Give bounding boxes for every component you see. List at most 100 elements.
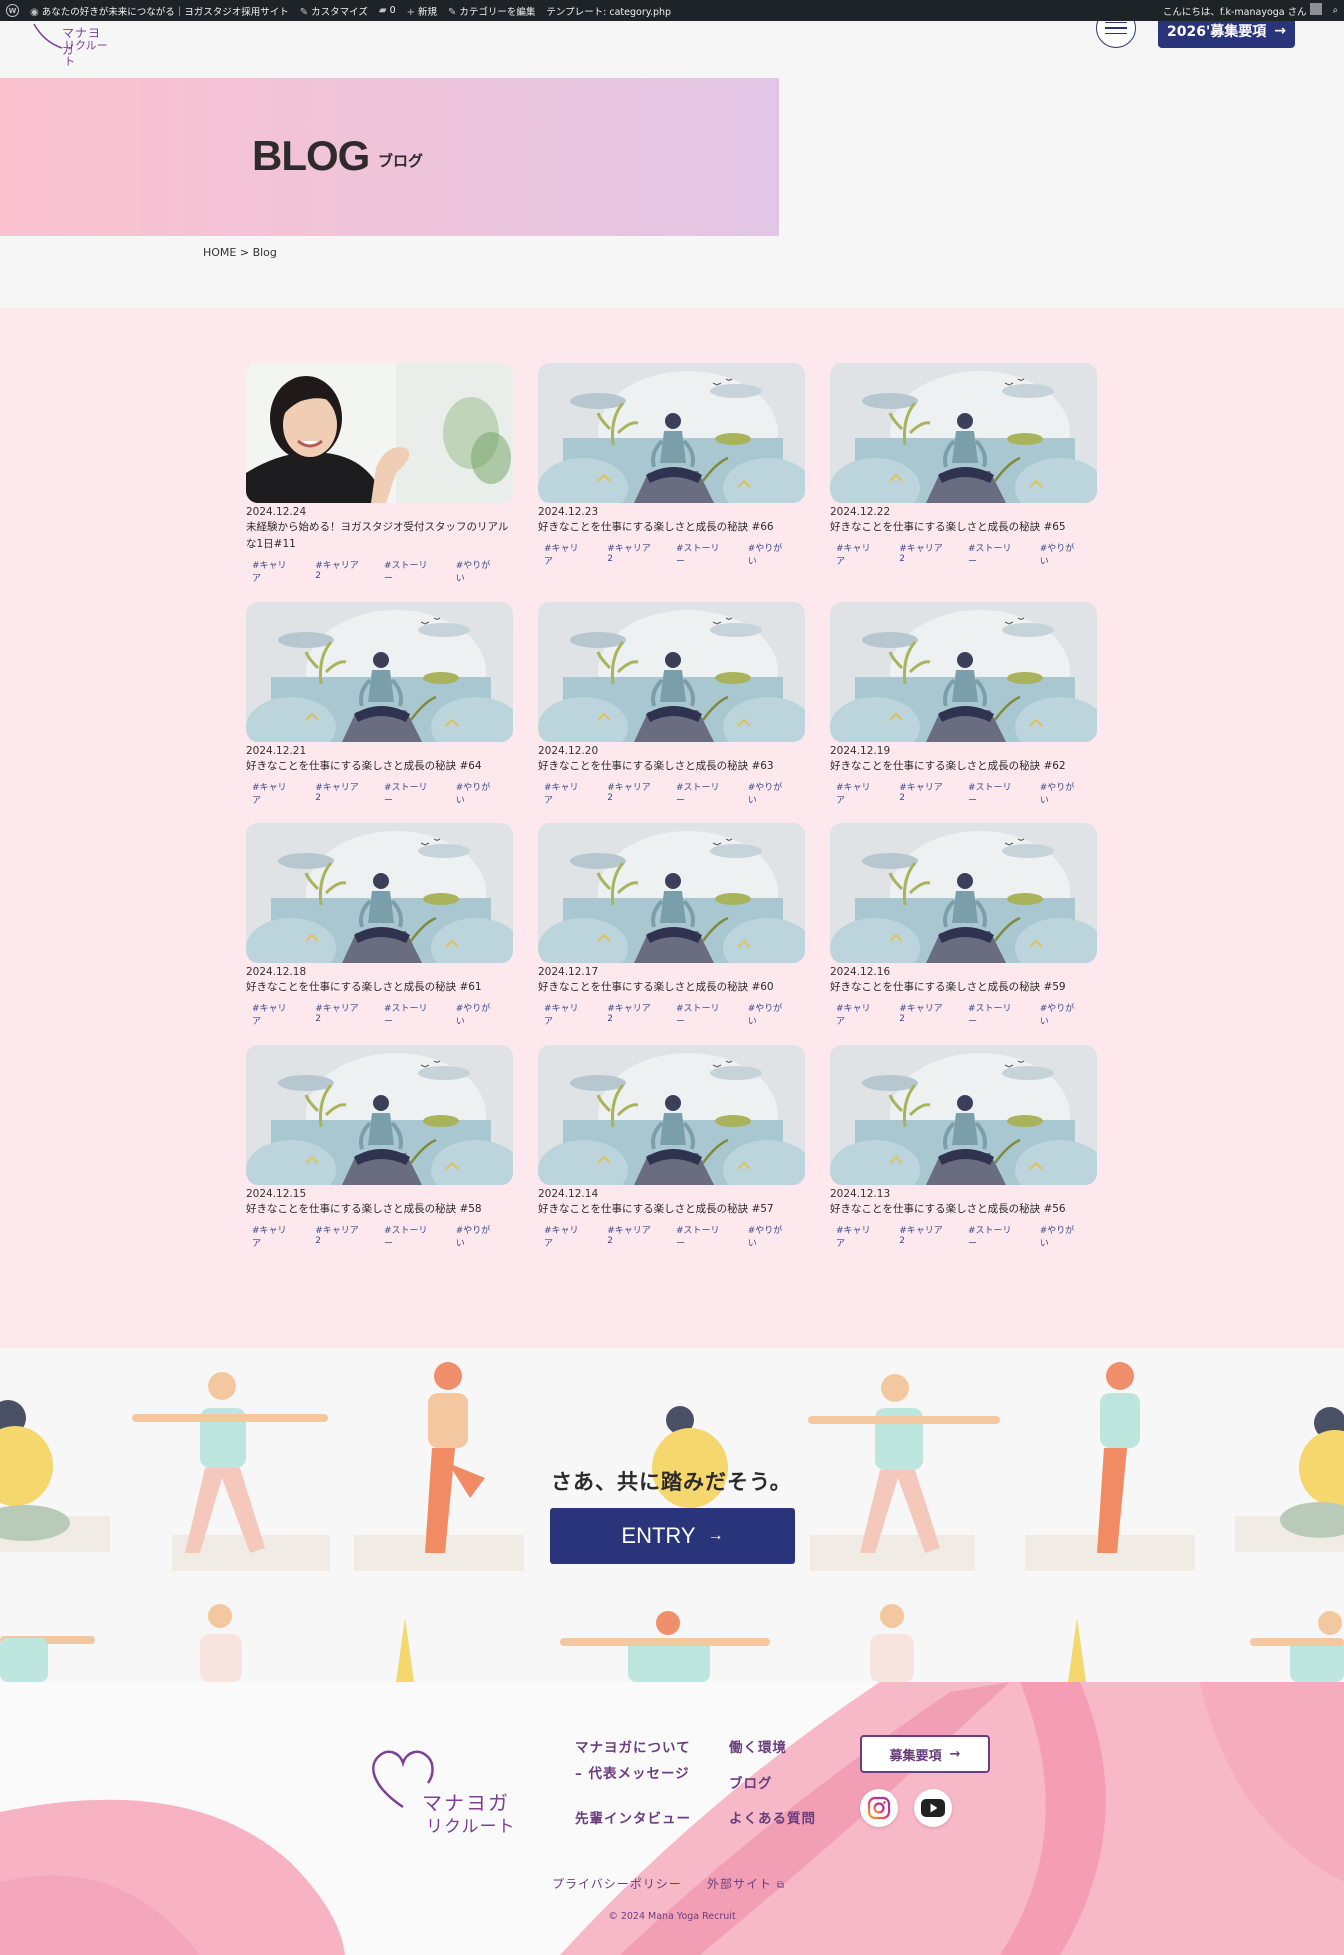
tag-link[interactable]: #キャリア2 [309,557,368,585]
post-title[interactable]: 好きなことを仕事にする楽しさと成長の秘訣 #64 [246,758,513,775]
tag-link[interactable]: #やりがい [1034,1222,1087,1250]
admin-edit-category-link[interactable]: ✎ カテゴリーを編集 [448,4,535,18]
tag-link[interactable]: #やりがい [450,1222,503,1250]
wordpress-icon[interactable]: W [6,4,19,17]
post-card[interactable]: 2024.12.22 好きなことを仕事にする楽しさと成長の秘訣 #65 #キャリア #… [830,363,1097,568]
post-title[interactable]: 好きなことを仕事にする楽しさと成長の秘訣 #56 [830,1201,1097,1218]
post-title[interactable]: 未経験から始める！ヨガスタジオ受付スタッフのリアルな1日#11 [246,519,513,553]
tag-link[interactable]: #キャリア2 [893,1222,952,1250]
instagram-icon[interactable] [860,1789,898,1827]
tag-link[interactable]: #ストーリー [670,1222,732,1250]
tag-link[interactable]: #ストーリー [378,1000,440,1028]
tag-link[interactable]: #やりがい [1034,779,1087,807]
post-card[interactable]: 2024.12.13 好きなことを仕事にする楽しさと成長の秘訣 #56 #キャリア #… [830,1045,1097,1250]
post-thumbnail[interactable] [246,363,513,503]
post-thumbnail[interactable] [830,823,1097,963]
admin-account[interactable]: こんにちは、f.k-manayoga さん [1163,3,1322,18]
post-card[interactable]: 2024.12.17 好きなことを仕事にする楽しさと成長の秘訣 #60 #キャリア #… [538,823,805,1028]
post-thumbnail[interactable] [830,363,1097,503]
footer-link-interview[interactable]: 先輩インタビュー [575,1807,691,1827]
post-thumbnail[interactable] [830,602,1097,742]
post-card[interactable]: 2024.12.24 未経験から始める！ヨガスタジオ受付スタッフのリアルな1日#1… [246,363,513,585]
privacy-policy-link[interactable]: プライバシーポリシー [552,1875,682,1892]
breadcrumb[interactable]: HOME > Blog [203,246,277,259]
footer-link-faq[interactable]: よくある質問 [729,1807,816,1827]
tag-link[interactable]: #ストーリー [962,1000,1024,1028]
search-icon[interactable]: ⌕ [1333,5,1338,16]
post-thumbnail[interactable] [538,602,805,742]
tag-link[interactable]: #ストーリー [378,557,440,585]
post-title[interactable]: 好きなことを仕事にする楽しさと成長の秘訣 #61 [246,979,513,996]
post-thumbnail[interactable] [246,823,513,963]
footer-recruit-button[interactable]: 募集要項 → [860,1735,990,1773]
post-card[interactable]: 2024.12.15 好きなことを仕事にする楽しさと成長の秘訣 #58 #キャリア #… [246,1045,513,1250]
post-card[interactable]: 2024.12.23 好きなことを仕事にする楽しさと成長の秘訣 #66 #キャリア #… [538,363,805,568]
tag-link[interactable]: #キャリア2 [309,1000,368,1028]
tag-link[interactable]: #キャリア2 [601,540,660,568]
tag-link[interactable]: #やりがい [742,1000,795,1028]
tag-link[interactable]: #キャリア2 [601,1222,660,1250]
tag-link[interactable]: #やりがい [742,1222,795,1250]
post-thumbnail[interactable] [830,1045,1097,1185]
tag-link[interactable]: #ストーリー [670,1000,732,1028]
tag-link[interactable]: #ストーリー [962,779,1024,807]
tag-link[interactable]: #キャリア [246,1000,299,1028]
tag-link[interactable]: #ストーリー [670,540,732,568]
tag-link[interactable]: #キャリア2 [601,1000,660,1028]
tag-link[interactable]: #キャリア [830,1000,883,1028]
post-card[interactable]: 2024.12.16 好きなことを仕事にする楽しさと成長の秘訣 #59 #キャリア #… [830,823,1097,1028]
entry-button[interactable]: ENTRY → [550,1508,795,1564]
post-card[interactable]: 2024.12.19 好きなことを仕事にする楽しさと成長の秘訣 #62 #キャリア #… [830,602,1097,807]
tag-link[interactable]: #キャリア [830,1222,883,1250]
post-title[interactable]: 好きなことを仕事にする楽しさと成長の秘訣 #58 [246,1201,513,1218]
tag-link[interactable]: #やりがい [742,779,795,807]
tag-link[interactable]: #キャリア2 [309,779,368,807]
tag-link[interactable]: #やりがい [450,779,503,807]
tag-link[interactable]: #やりがい [450,1000,503,1028]
tag-link[interactable]: #キャリア [246,557,299,585]
tag-link[interactable]: #やりがい [450,557,503,585]
post-title[interactable]: 好きなことを仕事にする楽しさと成長の秘訣 #66 [538,519,805,536]
post-title[interactable]: 好きなことを仕事にする楽しさと成長の秘訣 #62 [830,758,1097,775]
tag-link[interactable]: #キャリア [538,1000,591,1028]
post-title[interactable]: 好きなことを仕事にする楽しさと成長の秘訣 #63 [538,758,805,775]
tag-link[interactable]: #ストーリー [962,540,1024,568]
admin-site-link[interactable]: ◉ あなたの好きが未来につながる｜ヨガスタジオ採用サイト [30,4,289,18]
tag-link[interactable]: #キャリア [830,779,883,807]
external-site-link[interactable]: 外部サイト ⧉ [707,1875,785,1892]
post-thumbnail[interactable] [538,1045,805,1185]
footer-link-blog[interactable]: ブログ [729,1772,773,1792]
tag-link[interactable]: #ストーリー [378,779,440,807]
tag-link[interactable]: #キャリア [538,1222,591,1250]
tag-link[interactable]: #キャリア [246,779,299,807]
tag-link[interactable]: #キャリア [538,540,591,568]
tag-link[interactable]: #キャリア2 [893,779,952,807]
post-card[interactable]: 2024.12.21 好きなことを仕事にする楽しさと成長の秘訣 #64 #キャリア #… [246,602,513,807]
tag-link[interactable]: #キャリア2 [893,1000,952,1028]
tag-link[interactable]: #キャリア2 [893,540,952,568]
footer-logo[interactable]: マナヨガ リクルート [368,1747,528,1839]
post-title[interactable]: 好きなことを仕事にする楽しさと成長の秘訣 #59 [830,979,1097,996]
post-thumbnail[interactable] [538,363,805,503]
footer-link-environment[interactable]: 働く環境 [729,1736,787,1756]
admin-new-link[interactable]: + 新規 [407,4,437,18]
post-card[interactable]: 2024.12.18 好きなことを仕事にする楽しさと成長の秘訣 #61 #キャリア #… [246,823,513,1028]
footer-link-message[interactable]: – 代表メッセージ [575,1762,690,1782]
post-title[interactable]: 好きなことを仕事にする楽しさと成長の秘訣 #57 [538,1201,805,1218]
footer-link-about[interactable]: マナヨガについて [575,1736,691,1756]
tag-link[interactable]: #やりがい [1034,1000,1087,1028]
admin-template-info[interactable]: テンプレート: category.php [546,4,671,18]
post-title[interactable]: 好きなことを仕事にする楽しさと成長の秘訣 #65 [830,519,1097,536]
tag-link[interactable]: #キャリア [538,779,591,807]
post-thumbnail[interactable] [246,1045,513,1185]
post-card[interactable]: 2024.12.14 好きなことを仕事にする楽しさと成長の秘訣 #57 #キャリア #… [538,1045,805,1250]
post-thumbnail[interactable] [538,823,805,963]
tag-link[interactable]: #ストーリー [962,1222,1024,1250]
tag-link[interactable]: #キャリア [830,540,883,568]
admin-comments-link[interactable]: ▰ 0 [379,5,396,16]
tag-link[interactable]: #やりがい [742,540,795,568]
post-title[interactable]: 好きなことを仕事にする楽しさと成長の秘訣 #60 [538,979,805,996]
tag-link[interactable]: #キャリア2 [309,1222,368,1250]
post-thumbnail[interactable] [246,602,513,742]
tag-link[interactable]: #ストーリー [378,1222,440,1250]
